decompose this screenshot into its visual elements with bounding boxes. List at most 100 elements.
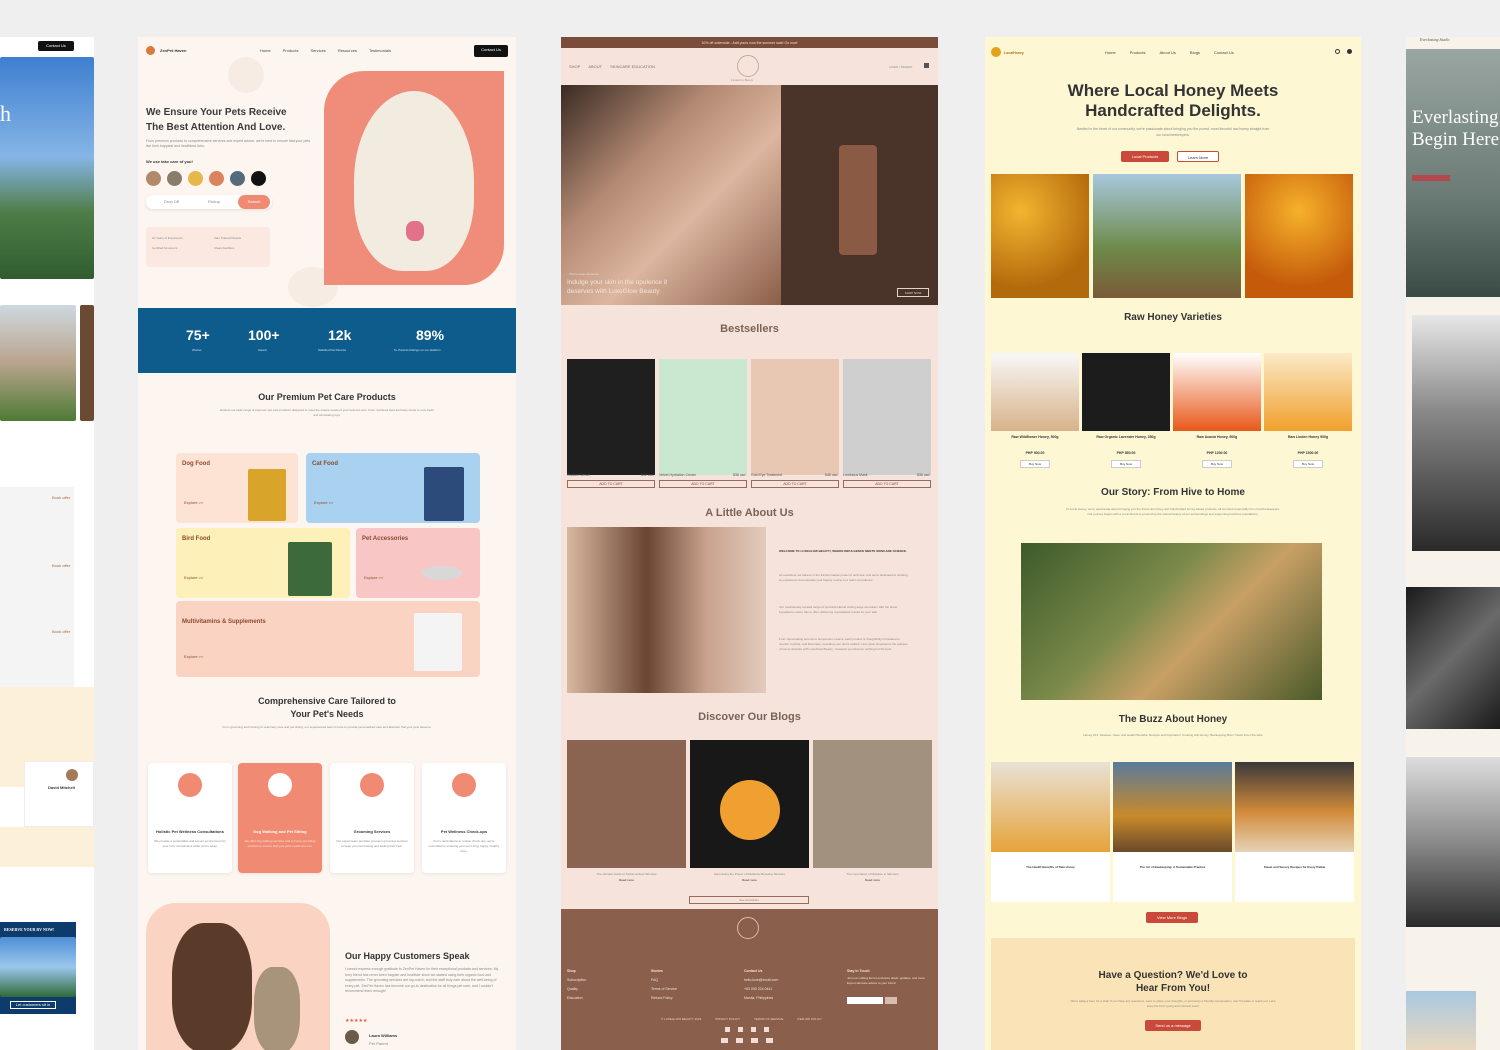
view-more-blogs-button[interactable]: View More Blogs bbox=[1146, 912, 1198, 923]
pet-avatar[interactable] bbox=[230, 171, 245, 186]
play-icon[interactable] bbox=[251, 171, 266, 186]
book-offer-link[interactable]: Book offer bbox=[52, 629, 70, 635]
tiktok-icon[interactable] bbox=[751, 1027, 756, 1032]
blog-card[interactable]: Sweet and Savory Recipes for Every Palat… bbox=[1235, 762, 1354, 902]
explore-link[interactable]: Explore >> bbox=[184, 575, 203, 580]
pet-avatar[interactable] bbox=[209, 171, 224, 186]
product-image[interactable] bbox=[659, 359, 747, 475]
service-card[interactable]: Pet Wellness Check-ups From vaccinations… bbox=[422, 763, 506, 873]
read-more-link[interactable]: Read more bbox=[567, 877, 686, 883]
add-to-cart-button[interactable]: ADD TO CART bbox=[751, 480, 839, 488]
product-image[interactable] bbox=[567, 359, 655, 475]
explore-link[interactable]: Explore >> bbox=[364, 575, 383, 580]
service-card[interactable]: Holistic Pet Wellness Consultations We p… bbox=[148, 763, 232, 873]
shop-now-button[interactable]: SHOP NOW bbox=[897, 288, 929, 297]
footer-link[interactable]: Quality bbox=[567, 985, 586, 994]
newsletter-input[interactable] bbox=[847, 997, 883, 1004]
drop-off-field[interactable]: Drop Off bbox=[164, 199, 179, 205]
twitter-icon[interactable] bbox=[738, 1027, 743, 1032]
blog-card[interactable]: The Art of Beekeeping: A Sustainable Pra… bbox=[1113, 762, 1232, 902]
logo[interactable]: LuxeGlow Beauty bbox=[731, 77, 753, 83]
footer-link[interactable]: Refund Policy bbox=[651, 994, 677, 1003]
pet-avatar[interactable] bbox=[146, 171, 161, 186]
see-all-button[interactable]: See all articles bbox=[689, 896, 809, 904]
category-card-pet-accessories[interactable]: Pet Accessories Explore >> bbox=[356, 528, 480, 598]
learn-more-button[interactable]: Learn More bbox=[1177, 151, 1219, 162]
nav-resources[interactable]: Resources bbox=[338, 48, 357, 53]
service-card[interactable]: Grooming Services Our expert team provid… bbox=[330, 763, 414, 873]
explore-link[interactable]: Explore >> bbox=[184, 500, 203, 505]
refund-link[interactable]: REFUND POLICY bbox=[798, 1017, 822, 1021]
footer-link[interactable]: FAQ bbox=[651, 976, 677, 985]
explore-link[interactable]: Explore >> bbox=[314, 500, 333, 505]
pet-avatar[interactable] bbox=[167, 171, 182, 186]
add-to-cart-button[interactable]: ADD TO CART bbox=[567, 480, 655, 488]
read-more-link[interactable]: Read more bbox=[690, 877, 809, 883]
buy-now-button[interactable]: Buy Now bbox=[1202, 460, 1232, 468]
product-image[interactable] bbox=[1264, 353, 1352, 431]
service-card-active[interactable]: Dog Walking and Pet Sitting We offer dog… bbox=[238, 763, 322, 873]
brand[interactable]: Everlasting Studio bbox=[1420, 37, 1450, 43]
add-to-cart-button[interactable]: ADD TO CART bbox=[659, 480, 747, 488]
book-offer-link[interactable]: Book offer bbox=[52, 563, 70, 569]
nav-about[interactable]: ABOUT bbox=[588, 64, 602, 69]
logo-mark[interactable] bbox=[737, 55, 759, 77]
book-offer-link[interactable]: Book offer bbox=[52, 495, 70, 501]
product-image[interactable] bbox=[1173, 353, 1261, 431]
pet-avatar[interactable] bbox=[188, 171, 203, 186]
buy-now-button[interactable]: Buy Now bbox=[1111, 460, 1141, 468]
user-icon[interactable] bbox=[1347, 49, 1352, 54]
hero-button[interactable] bbox=[1412, 175, 1450, 181]
cart-icon[interactable] bbox=[924, 63, 929, 68]
nav-education[interactable]: SKINCARE EDUCATION bbox=[610, 64, 655, 69]
product-image[interactable] bbox=[991, 353, 1079, 431]
nav-about[interactable]: About Us bbox=[1159, 50, 1175, 55]
product-image[interactable] bbox=[751, 359, 839, 475]
nav-contact[interactable]: Contact Us bbox=[1214, 50, 1234, 55]
nav-blogs[interactable]: Blogs bbox=[1190, 50, 1200, 55]
explore-link[interactable]: Explore >> bbox=[184, 654, 203, 659]
logo[interactable]: ZenPet Haven bbox=[160, 48, 186, 54]
blog-image[interactable] bbox=[567, 740, 686, 868]
add-to-cart-button[interactable]: ADD TO CART bbox=[843, 480, 931, 488]
terms-link[interactable]: TERMS OF SERVICE bbox=[754, 1017, 783, 1021]
nav-services[interactable]: Services bbox=[310, 48, 325, 53]
footer-email[interactable]: hello.luxe@email.com bbox=[744, 976, 778, 985]
product-image[interactable] bbox=[1082, 353, 1170, 431]
buy-now-button[interactable]: Buy Now bbox=[1020, 460, 1050, 468]
announcement-text[interactable]: 10% off orderwide - Add yours now the su… bbox=[561, 40, 938, 46]
buy-now-button[interactable]: Buy Now bbox=[1293, 460, 1323, 468]
nav-shop[interactable]: SHOP bbox=[569, 64, 580, 69]
login-link[interactable]: LOGIN / SIGNUP bbox=[889, 64, 912, 70]
footer-link[interactable]: Terms of Service bbox=[651, 985, 677, 994]
instagram-icon[interactable] bbox=[764, 1027, 769, 1032]
search-icon[interactable] bbox=[1335, 49, 1340, 54]
privacy-link[interactable]: PRIVACY POLICY bbox=[715, 1017, 740, 1021]
category-card-multivitamins[interactable]: Multivitamins & Supplements Explore >> bbox=[176, 601, 480, 677]
reserve-button[interactable]: Let customers sit in bbox=[10, 1001, 56, 1009]
search-button[interactable]: Search bbox=[238, 195, 270, 209]
blog-image[interactable] bbox=[813, 740, 932, 868]
local-products-button[interactable]: Local Products bbox=[1121, 151, 1169, 162]
category-card-cat-food[interactable]: Cat Food Explore >> bbox=[306, 453, 480, 523]
category-card-bird-food[interactable]: Bird Food Explore >> bbox=[176, 528, 350, 598]
category-card-dog-food[interactable]: Dog Food Explore >> bbox=[176, 453, 298, 523]
send-message-button[interactable]: Send us a message bbox=[1145, 1020, 1201, 1031]
nav-products[interactable]: Products bbox=[1130, 50, 1146, 55]
contact-button[interactable]: Contact Us bbox=[38, 41, 74, 51]
footer-link[interactable]: Subscription bbox=[567, 976, 586, 985]
product-image[interactable] bbox=[843, 359, 931, 475]
nav-home[interactable]: Home bbox=[260, 48, 271, 53]
nav-testimonials[interactable]: Testimonials bbox=[369, 48, 391, 53]
facebook-icon[interactable] bbox=[725, 1027, 730, 1032]
contact-button[interactable]: Contact Us bbox=[474, 45, 508, 57]
nav-products[interactable]: Products bbox=[283, 48, 299, 53]
blog-card[interactable]: The Health Benefits of Raw Honey bbox=[991, 762, 1110, 902]
logo[interactable]: LocalHoney bbox=[1004, 50, 1024, 56]
pickup-field[interactable]: Pickup bbox=[208, 199, 220, 205]
read-more-link[interactable]: Read more bbox=[813, 877, 932, 883]
blog-image[interactable] bbox=[690, 740, 809, 868]
newsletter-submit[interactable] bbox=[885, 997, 897, 1004]
nav-home[interactable]: Home bbox=[1105, 50, 1116, 55]
footer-link[interactable]: Education bbox=[567, 994, 586, 1003]
